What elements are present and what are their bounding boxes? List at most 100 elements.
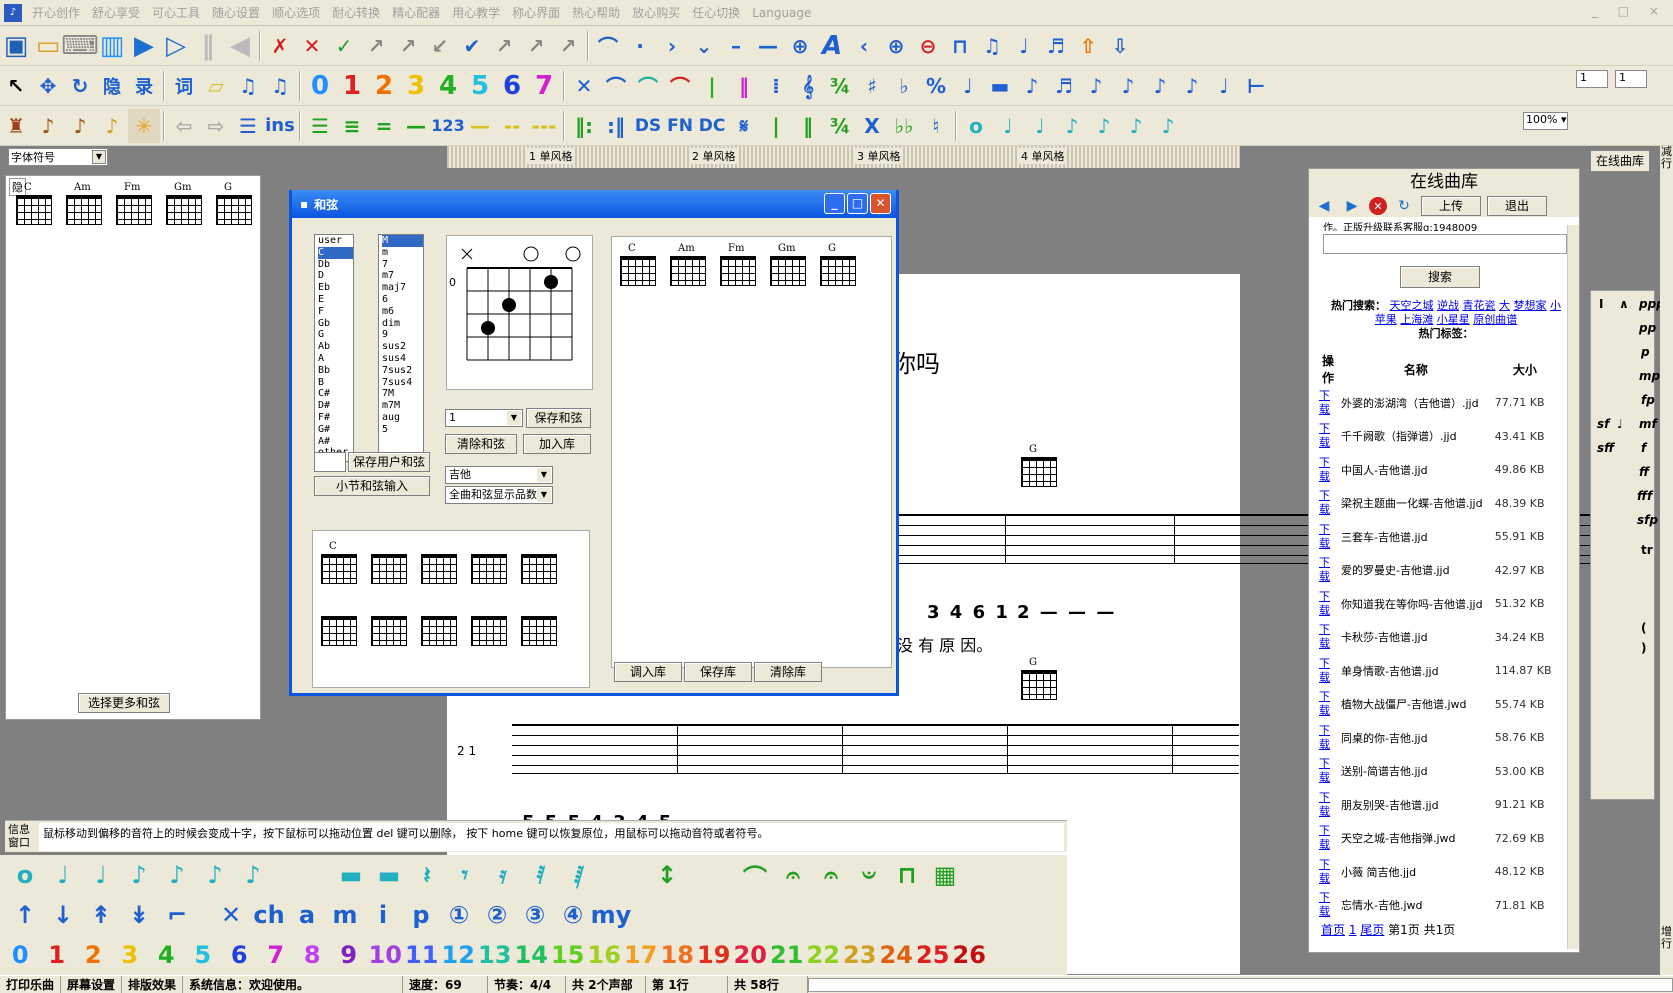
download-link[interactable]: 下载 <box>1317 654 1339 688</box>
chevron-down-icon[interactable]: ⌄ <box>688 29 720 63</box>
move-icon[interactable]: ✥ <box>32 69 64 103</box>
violin-icon[interactable]: ♪ <box>32 109 64 143</box>
whole-rest-icon[interactable]: ▬ <box>332 857 370 893</box>
fret-number-5[interactable]: 5 <box>185 937 222 973</box>
repeat-end-icon[interactable]: :‖ <box>600 109 632 143</box>
up-arrow-icon[interactable]: ↑ <box>6 897 44 933</box>
note-cross-icon[interactable]: ♪ <box>1144 69 1176 103</box>
tr-icon[interactable]: tr <box>1641 543 1653 557</box>
chord-type-item[interactable]: 9 <box>382 329 423 341</box>
fermata-icon[interactable]: 𝄐 <box>774 857 812 893</box>
arc-mark-icon[interactable]: ⌒ <box>664 69 696 103</box>
time-sig-2-icon[interactable]: ¾ <box>824 109 856 143</box>
chord-type-item[interactable]: M <box>382 235 423 247</box>
grid-icon[interactable]: ▦ <box>926 857 964 893</box>
chord-diagram[interactable]: C <box>12 182 54 230</box>
quarter-rest-icon[interactable]: 𝄽 <box>408 857 446 893</box>
arc-icon[interactable]: ⌒ <box>592 29 624 63</box>
tie-icon[interactable]: ⌒ <box>736 857 774 893</box>
string-3-button[interactable]: ③ <box>516 897 554 933</box>
chord-slot[interactable] <box>317 603 359 651</box>
library-chord[interactable]: Fm <box>716 243 758 291</box>
menu-item[interactable]: 称心界面 <box>506 4 566 21</box>
x-tool-icon[interactable]: ✕ <box>296 29 328 63</box>
x-mark-icon[interactable]: X <box>856 109 888 143</box>
clear-library-button[interactable]: 清除库 <box>754 662 822 682</box>
clef-icon[interactable]: 𝄞 <box>792 69 824 103</box>
chord-type-item[interactable]: m7M <box>382 400 423 412</box>
chord-type-item[interactable]: m <box>382 247 423 259</box>
fret-number-17[interactable]: 17 <box>623 937 660 973</box>
sff-icon[interactable]: sff <box>1597 441 1614 455</box>
root-note-item[interactable]: C# <box>318 388 353 400</box>
menu-item[interactable]: 开心创作 <box>26 4 86 21</box>
online-library-button[interactable]: 在线曲库 <box>1590 150 1650 172</box>
fret-number-20[interactable]: 20 <box>732 937 769 973</box>
fret-number-8[interactable]: 8 <box>294 937 331 973</box>
double-bar-icon[interactable]: ‖ <box>728 69 760 103</box>
bracket-i-icon[interactable]: ⌐ <box>158 897 196 933</box>
chevron-right-icon[interactable]: › <box>656 29 688 63</box>
arrow-tool-3-icon[interactable]: ↙ <box>424 29 456 63</box>
rest-icon[interactable]: ▬ <box>984 69 1016 103</box>
quarter-note-icon[interactable]: ♩ <box>82 857 120 893</box>
root-note-item[interactable]: G# <box>318 424 353 436</box>
whole-note-icon[interactable]: o <box>960 109 992 143</box>
download-link[interactable]: 下载 <box>1317 822 1339 856</box>
user-chord-name-input[interactable] <box>314 452 346 472</box>
double-bar-2-icon[interactable]: ‖ <box>792 109 824 143</box>
display-mode-select[interactable]: 全曲和弦显示品数 ▼ <box>445 486 553 504</box>
dash-yellow-icon[interactable]: — <box>464 109 496 143</box>
download-link[interactable]: 下载 <box>1317 855 1339 889</box>
digit-2[interactable]: 2 <box>368 69 400 103</box>
menu-item[interactable]: 随心设置 <box>206 4 266 21</box>
minimize-icon[interactable]: _ <box>824 193 845 214</box>
bar-line-icon[interactable]: | <box>696 69 728 103</box>
library-chord[interactable]: Gm <box>766 243 808 291</box>
print-button[interactable]: 打印乐曲 <box>0 976 62 993</box>
piano-icon[interactable]: ▥ <box>96 29 128 63</box>
chord-type-item[interactable]: 7sus2 <box>382 365 423 377</box>
search-button[interactable]: 搜索 <box>1400 266 1480 288</box>
dash-yellow-3-icon[interactable]: --- <box>528 109 560 143</box>
menu-item[interactable]: 放心购买 <box>626 4 686 21</box>
string-4-button[interactable]: ④ <box>554 897 592 933</box>
repeat-icon[interactable]: ⁞ <box>760 69 792 103</box>
arrow-tool-5-icon[interactable]: ↗ <box>520 29 552 63</box>
dash-yellow-2-icon[interactable]: -- <box>496 109 528 143</box>
arrow-tool-1-icon[interactable]: ↗ <box>360 29 392 63</box>
instrument-select[interactable]: 吉他 ▼ <box>445 466 553 484</box>
fret-number-12[interactable]: 12 <box>440 937 477 973</box>
root-note-item[interactable]: Db <box>318 259 353 271</box>
sfp-icon[interactable]: sfp <box>1637 513 1658 527</box>
grace-up-icon[interactable]: ↕ <box>648 857 686 893</box>
digit-4[interactable]: 4 <box>432 69 464 103</box>
fret-select[interactable]: 1 ▼ <box>445 409 523 427</box>
chord-slot[interactable] <box>467 541 509 589</box>
stop-icon[interactable]: ✕ <box>1369 197 1387 215</box>
hide-icon[interactable]: 隐 <box>96 69 128 103</box>
hot-search-link[interactable]: 上海滩 <box>1400 313 1433 326</box>
64th-note-icon[interactable]: ♪ <box>1152 109 1184 143</box>
note-flag-icon[interactable]: ♪ <box>1080 69 1112 103</box>
measure-ruler[interactable]: 1 单风格 2 单风格 3 单风格 4 单风格 <box>447 146 1240 168</box>
window-controls[interactable]: _ □ × <box>1592 4 1667 18</box>
ch-button[interactable]: ch <box>250 897 288 933</box>
natural-icon[interactable]: ♮ <box>920 109 952 143</box>
chord-type-item[interactable]: aug <box>382 412 423 424</box>
fp-icon[interactable]: fp <box>1641 393 1655 407</box>
fret-number-21[interactable]: 21 <box>769 937 806 973</box>
lines-3-icon[interactable]: ≡ <box>336 109 368 143</box>
add-row-tab[interactable]: 增行 <box>1660 926 1673 950</box>
arrow-tool-4-icon[interactable]: ↗ <box>488 29 520 63</box>
ins-button[interactable]: ins <box>264 109 296 143</box>
delete-icon[interactable]: ✕ <box>568 69 600 103</box>
flag-icon[interactable]: ♩ <box>1008 29 1040 63</box>
eighth-rest-icon[interactable]: 𝄾 <box>446 857 484 893</box>
last-page-link[interactable]: 尾页 <box>1360 923 1384 937</box>
fret-number-13[interactable]: 13 <box>477 937 514 973</box>
download-link[interactable]: 下载 <box>1317 554 1339 588</box>
root-note-item[interactable]: Gb <box>318 318 353 330</box>
save-icon[interactable]: ▣ <box>0 29 32 63</box>
pp-icon[interactable]: pp <box>1639 321 1656 335</box>
